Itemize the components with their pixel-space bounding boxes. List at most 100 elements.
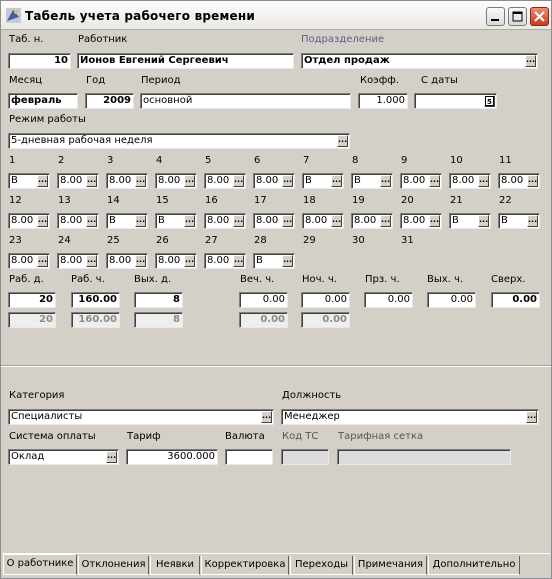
day-field-7[interactable]: В...: [302, 173, 344, 189]
day-dropdown-button-27[interactable]: ...: [233, 255, 244, 267]
position-field[interactable]: Менеджер ...: [281, 409, 539, 425]
department-dropdown-button[interactable]: ...: [525, 55, 536, 67]
day-dropdown-button-14[interactable]: ...: [135, 215, 146, 227]
day-field-28[interactable]: В...: [253, 253, 295, 269]
day-field-15[interactable]: В...: [155, 213, 197, 229]
day-dropdown-button-13[interactable]: ...: [86, 215, 97, 227]
day-field-25[interactable]: 8.00...: [106, 253, 148, 269]
day-field-22[interactable]: В...: [498, 213, 540, 229]
day-field-10[interactable]: 8.00...: [449, 173, 491, 189]
tab-corrections[interactable]: Корректировка: [201, 556, 289, 575]
tab-deviations[interactable]: Отклонения: [78, 556, 149, 575]
day-field-12[interactable]: 8.00...: [8, 213, 50, 229]
day-dropdown-button-3[interactable]: ...: [135, 175, 146, 187]
day-dropdown-button-21[interactable]: ...: [478, 215, 489, 227]
day-field-11[interactable]: 8.00...: [498, 173, 540, 189]
employee-field[interactable]: Ионов Евгений Сергеевич: [77, 53, 294, 69]
day-field-26[interactable]: 8.00...: [155, 253, 197, 269]
mode-field[interactable]: 5-дневная рабочая неделя ...: [8, 133, 350, 149]
day-dropdown-button-1[interactable]: ...: [37, 175, 48, 187]
day-field-9[interactable]: 8.00...: [400, 173, 442, 189]
tab-transfers[interactable]: Переходы: [290, 556, 353, 575]
day-dropdown-button-18[interactable]: ...: [331, 215, 342, 227]
close-button[interactable]: [530, 7, 549, 26]
work-days-field[interactable]: 20: [8, 292, 56, 308]
day-field-21[interactable]: В...: [449, 213, 491, 229]
off-days-plan-field: 8: [134, 312, 183, 328]
pay-system-field[interactable]: Оклад ...: [8, 449, 119, 465]
day-field-19[interactable]: 8.00...: [351, 213, 393, 229]
day-field-13[interactable]: 8.00...: [57, 213, 99, 229]
maximize-button[interactable]: [508, 7, 527, 26]
night-hours-field[interactable]: 0.00: [301, 292, 350, 308]
day-dropdown-button-15[interactable]: ...: [184, 215, 195, 227]
day-dropdown-button-10[interactable]: ...: [478, 175, 489, 187]
weekend-hours-field[interactable]: 0.00: [427, 292, 476, 308]
day-dropdown-button-23[interactable]: ...: [37, 255, 48, 267]
tab-notes[interactable]: Примечания: [354, 556, 427, 575]
pay-system-dropdown-button[interactable]: ...: [106, 451, 117, 463]
from-date-field[interactable]: 5: [414, 93, 497, 109]
year-field[interactable]: 2009: [85, 93, 134, 109]
day-value-13: 8.00: [60, 215, 83, 226]
day-dropdown-button-7[interactable]: ...: [331, 175, 342, 187]
evening-hours-field[interactable]: 0.00: [239, 292, 288, 308]
currency-field[interactable]: [225, 449, 273, 465]
day-dropdown-button-6[interactable]: ...: [282, 175, 293, 187]
coef-field[interactable]: 1.000: [358, 93, 408, 109]
position-dropdown-button[interactable]: ...: [526, 411, 537, 423]
day-dropdown-button-5[interactable]: ...: [233, 175, 244, 187]
day-field-14[interactable]: В...: [106, 213, 148, 229]
day-field-2[interactable]: 8.00...: [57, 173, 99, 189]
holiday-hours-field[interactable]: 0.00: [364, 292, 413, 308]
day-dropdown-button-9[interactable]: ...: [429, 175, 440, 187]
month-field[interactable]: февраль: [8, 93, 78, 109]
day-dropdown-button-12[interactable]: ...: [37, 215, 48, 227]
day-dropdown-button-26[interactable]: ...: [184, 255, 195, 267]
off-days-field[interactable]: 8: [134, 292, 183, 308]
mode-dropdown-button[interactable]: ...: [337, 135, 348, 147]
day-dropdown-button-8[interactable]: ...: [380, 175, 391, 187]
day-field-1[interactable]: В...: [8, 173, 50, 189]
day-field-23[interactable]: 8.00...: [8, 253, 50, 269]
day-dropdown-button-20[interactable]: ...: [429, 215, 440, 227]
day-dropdown-button-25[interactable]: ...: [135, 255, 146, 267]
period-field[interactable]: основной: [140, 93, 351, 109]
day-value-10: 8.00: [452, 175, 475, 186]
day-field-16[interactable]: 8.00...: [204, 213, 246, 229]
day-dropdown-button-22[interactable]: ...: [527, 215, 538, 227]
currency-label: Валюта: [225, 431, 265, 442]
day-field-20[interactable]: 8.00...: [400, 213, 442, 229]
work-days-plan-field: 20: [8, 312, 56, 328]
category-dropdown-button[interactable]: ...: [261, 411, 272, 423]
day-field-8[interactable]: В...: [351, 173, 393, 189]
work-hours-field[interactable]: 160.00: [71, 292, 120, 308]
overtime-field[interactable]: 0.00: [491, 292, 540, 308]
tab-about-employee[interactable]: О работнике: [3, 554, 77, 575]
day-dropdown-button-4[interactable]: ...: [184, 175, 195, 187]
day-dropdown-button-24[interactable]: ...: [86, 255, 97, 267]
tab-number-field[interactable]: 10: [8, 53, 71, 69]
day-dropdown-button-17[interactable]: ...: [282, 215, 293, 227]
category-field[interactable]: Специалисты ...: [8, 409, 274, 425]
day-field-27[interactable]: 8.00...: [204, 253, 246, 269]
tab-additional[interactable]: Дополнительно: [428, 556, 520, 575]
minimize-button[interactable]: [486, 7, 505, 26]
day-dropdown-button-16[interactable]: ...: [233, 215, 244, 227]
day-field-17[interactable]: 8.00...: [253, 213, 295, 229]
day-field-24[interactable]: 8.00...: [57, 253, 99, 269]
day-field-6[interactable]: 8.00...: [253, 173, 295, 189]
day-dropdown-button-2[interactable]: ...: [86, 175, 97, 187]
day-dropdown-button-11[interactable]: ...: [527, 175, 538, 187]
day-field-5[interactable]: 8.00...: [204, 173, 246, 189]
day-field-18[interactable]: 8.00...: [302, 213, 344, 229]
day-dropdown-button-19[interactable]: ...: [380, 215, 391, 227]
calendar-button[interactable]: 5: [484, 95, 495, 107]
day-dropdown-button-28[interactable]: ...: [282, 255, 293, 267]
tab-absences[interactable]: Неявки: [150, 556, 200, 575]
day-value-2: 8.00: [60, 175, 83, 186]
department-field[interactable]: Отдел продаж ...: [301, 53, 538, 69]
day-field-3[interactable]: 8.00...: [106, 173, 148, 189]
day-field-4[interactable]: 8.00...: [155, 173, 197, 189]
tariff-field[interactable]: 3600.000: [126, 449, 218, 465]
